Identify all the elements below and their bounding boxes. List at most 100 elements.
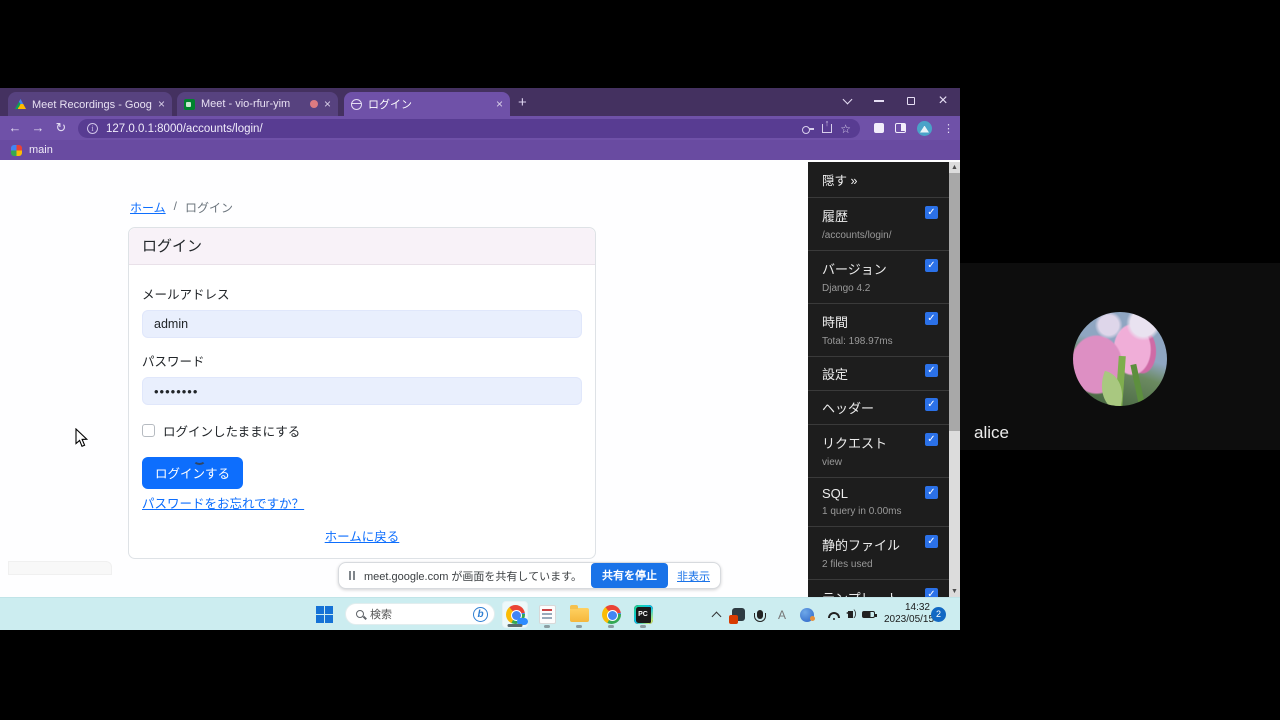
remember-checkbox[interactable] — [142, 424, 155, 437]
password-field[interactable]: •••••••• — [142, 377, 582, 405]
weather-orb-icon[interactable] — [797, 598, 817, 631]
debug-panel-request[interactable]: リクエスト view — [808, 424, 949, 477]
notification-badge[interactable]: 2 — [931, 607, 946, 622]
panel-checkbox[interactable] — [925, 433, 938, 446]
hide-banner-link[interactable]: 非表示 — [677, 568, 710, 584]
breadcrumb-current: ログイン — [185, 199, 233, 216]
tray-overflow-chevron-icon[interactable] — [708, 598, 724, 631]
participant-avatar — [1073, 312, 1167, 406]
panel-checkbox[interactable] — [925, 486, 938, 499]
debug-panel-settings[interactable]: 設定 — [808, 356, 949, 390]
taskbar-notepad[interactable] — [534, 601, 560, 628]
clock-date: 2023/05/15 — [884, 614, 930, 626]
wifi-icon[interactable] — [826, 598, 842, 631]
password-manager-icon[interactable] — [802, 125, 814, 132]
password-label: パスワード — [142, 351, 582, 370]
tab-strip: Meet Recordings - Google ドライ × Meet - vi… — [0, 88, 960, 116]
ime-mode-indicator[interactable]: A — [774, 598, 790, 631]
breadcrumb-home-link[interactable]: ホーム — [130, 199, 166, 216]
bookmark-star-icon[interactable]: ☆ — [840, 122, 851, 136]
clock-time: 14:32 — [884, 602, 930, 614]
remember-label: ログインしたままにする — [163, 421, 300, 440]
tab-login-active[interactable]: ログイン × — [344, 92, 510, 116]
screen-share-area: Meet Recordings - Google ドライ × Meet - vi… — [0, 88, 960, 630]
pause-icon[interactable] — [349, 571, 355, 580]
forward-icon[interactable]: → — [29, 119, 47, 137]
bookmark-favicon — [11, 145, 22, 156]
breadcrumb-separator: / — [174, 199, 177, 216]
window-minimize-button[interactable] — [864, 88, 894, 114]
taskbar-chrome-active[interactable] — [502, 601, 528, 628]
chrome-icon — [602, 605, 621, 624]
debug-panel-static[interactable]: 静的ファイル 2 files used — [808, 526, 949, 579]
taskbar-explorer[interactable] — [566, 601, 592, 628]
tab-close-icon[interactable]: × — [496, 98, 503, 110]
debug-panel-sql[interactable]: SQL 1 query in 0.00ms — [808, 477, 949, 526]
reload-icon[interactable]: ↻ — [52, 119, 70, 137]
folder-icon — [570, 608, 589, 622]
screen-share-banner: meet.google.com が画面を共有しています。 共有を停止 非表示 — [338, 562, 721, 589]
globe-icon — [351, 99, 362, 110]
start-button[interactable] — [316, 606, 333, 623]
debug-panel-headers[interactable]: ヘッダー — [808, 390, 949, 424]
profile-avatar[interactable] — [917, 121, 932, 136]
scroll-down-icon[interactable]: ▼ — [949, 586, 960, 597]
stop-sharing-button[interactable]: 共有を停止 — [591, 563, 668, 588]
bookmarks-bar: main — [0, 140, 960, 160]
tab-meet-recordings[interactable]: Meet Recordings - Google ドライ × — [8, 92, 172, 116]
battery-icon[interactable] — [858, 598, 878, 631]
breadcrumb: ホーム / ログイン — [130, 199, 233, 216]
debug-panel-time[interactable]: 時間 Total: 198.97ms — [808, 303, 949, 356]
address-bar[interactable]: i 127.0.0.1:8000/accounts/login/ ☆ — [78, 119, 860, 138]
pycharm-icon: PC — [634, 605, 653, 624]
panel-checkbox[interactable] — [925, 364, 938, 377]
tab-close-icon[interactable]: × — [324, 98, 331, 110]
menu-kebab-icon[interactable]: ⋮ — [943, 122, 954, 135]
new-tab-button[interactable]: + — [518, 94, 527, 111]
panel-checkbox[interactable] — [925, 206, 938, 219]
tab-close-icon[interactable]: × — [158, 98, 165, 110]
extensions-icon[interactable] — [874, 123, 884, 133]
page-scrollbar[interactable]: ▲ ▼ — [949, 162, 960, 597]
url-text[interactable]: 127.0.0.1:8000/accounts/login/ — [106, 123, 794, 135]
forgot-password-link[interactable]: パスワードをお忘れですか？ — [142, 493, 582, 512]
site-info-icon[interactable]: i — [87, 123, 98, 134]
window-restore-button[interactable] — [896, 88, 926, 114]
email-field[interactable]: admin — [142, 310, 582, 338]
debug-hide-button[interactable]: 隠す » — [808, 162, 949, 197]
panel-checkbox[interactable] — [925, 259, 938, 272]
scroll-up-icon[interactable]: ▲ — [949, 162, 960, 173]
panel-checkbox[interactable] — [925, 312, 938, 325]
panel-checkbox[interactable] — [925, 398, 938, 411]
loading-arc — [193, 455, 206, 465]
window-close-button[interactable]: × — [928, 88, 958, 114]
debug-panel-history[interactable]: 履歴 /accounts/login/ — [808, 197, 949, 250]
taskbar-pycharm[interactable]: PC — [630, 601, 656, 628]
tray-app-badge-icon[interactable] — [729, 598, 747, 631]
notepad-icon — [539, 605, 556, 624]
debug-panel-versions[interactable]: バージョン Django 4.2 — [808, 250, 949, 303]
panel-checkbox[interactable] — [925, 535, 938, 548]
participant-tile[interactable]: alice — [960, 263, 1280, 450]
recording-dot-icon — [310, 100, 318, 108]
microphone-icon[interactable] — [752, 598, 768, 631]
share-page-icon[interactable] — [822, 124, 832, 133]
tab-meet-call[interactable]: Meet - vio-rfur-yim × — [177, 92, 338, 116]
taskbar-clock[interactable]: 14:32 2023/05/15 — [884, 602, 930, 626]
login-card-title: ログイン — [129, 228, 595, 265]
tab-search-chevron-icon[interactable] — [832, 88, 862, 114]
bookmark-main[interactable]: main — [29, 144, 53, 156]
speaker-icon[interactable] — [843, 598, 857, 631]
panel-checkbox[interactable] — [925, 588, 938, 597]
scrollbar-thumb[interactable] — [949, 173, 960, 431]
taskbar-search[interactable]: 検索 b — [345, 603, 495, 625]
back-icon[interactable]: ← — [6, 119, 24, 137]
side-panel-icon[interactable] — [895, 123, 906, 133]
meet-icon — [184, 99, 195, 110]
debug-panel-templates[interactable]: テンプレート account/login.html — [808, 579, 949, 597]
back-home-link[interactable]: ホームに戻る — [142, 526, 582, 545]
taskbar-chrome[interactable] — [598, 601, 624, 628]
bing-icon: b — [473, 607, 488, 622]
django-debug-toolbar: 隠す » 履歴 /accounts/login/ バージョン Django 4.… — [808, 162, 949, 597]
share-message: meet.google.com が画面を共有しています。 — [364, 568, 582, 584]
